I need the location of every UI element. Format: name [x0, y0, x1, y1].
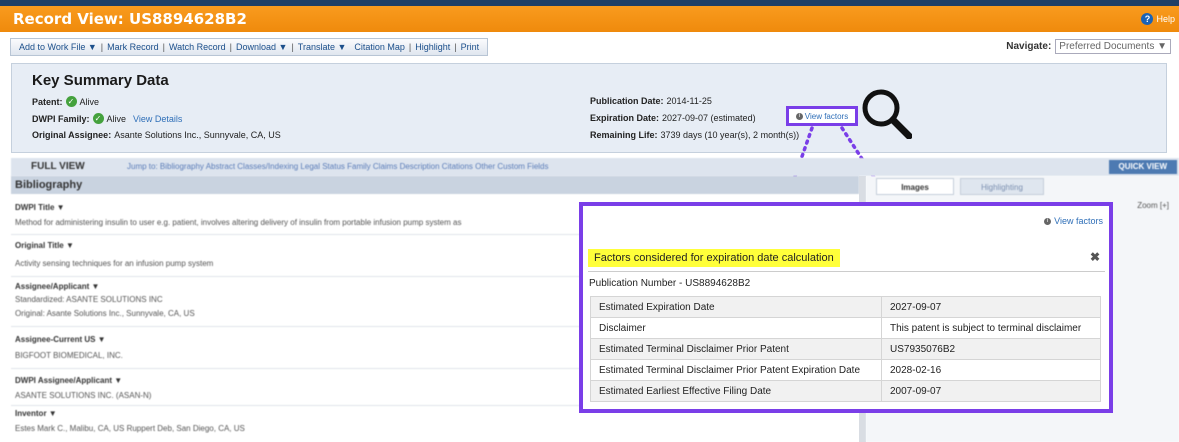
toolbar-separator: | [229, 42, 232, 52]
factor-value: US7935076B2 [881, 338, 1101, 360]
watch-record-button[interactable]: Watch Record [169, 42, 226, 52]
key-summary-panel: Key Summary Data Patent: ✓ Alive DWPI Fa… [11, 63, 1167, 153]
dwpi-title-value: Method for administering insulin to user… [15, 218, 462, 227]
tab-images[interactable]: Images [876, 178, 954, 195]
title-bar: Record View: US8894628B2 ? Help [0, 6, 1179, 32]
publication-number: Publication Number - US8894628B2 [589, 278, 751, 289]
info-icon: i [1044, 217, 1052, 225]
navigate-control: Navigate: Preferred Documents ▼ [1006, 39, 1171, 54]
assignee-applicant-label[interactable]: Assignee/Applicant ▼ [15, 282, 99, 291]
bibliography-heading: Bibliography [15, 179, 83, 191]
factor-value: 2007-09-07 [881, 380, 1101, 402]
dwpi-assignee-value: ASANTE SOLUTIONS INC. (ASAN-N) [15, 391, 152, 400]
dwpi-family-status: Alive [106, 113, 127, 124]
dwpi-assignee-label[interactable]: DWPI Assignee/Applicant ▼ [15, 376, 122, 385]
dwpi-family-label: DWPI Family: [32, 113, 90, 124]
alive-check-icon: ✓ [92, 113, 104, 124]
table-row: Estimated Terminal Disclaimer Prior Pate… [590, 359, 1101, 381]
inventor-label[interactable]: Inventor ▼ [15, 409, 57, 418]
publication-date-label: Publication Date: [590, 96, 664, 106]
table-row: Estimated Earliest Effective Filing Date… [590, 380, 1101, 402]
factor-name: Estimated Earliest Effective Filing Date [590, 380, 882, 402]
tab-highlighting[interactable]: Highlighting [960, 178, 1044, 195]
factor-value: 2027-09-07 [881, 296, 1101, 318]
mark-record-button[interactable]: Mark Record [107, 42, 159, 52]
window-title: Record View: US8894628B2 [13, 10, 247, 28]
help-link[interactable]: ? Help [1141, 13, 1175, 25]
record-toolbar: Add to Work File ▼ | Mark Record | Watch… [10, 38, 489, 56]
navigate-label: Navigate: [1006, 41, 1052, 52]
publication-date-row: Publication Date: 2014-11-25 [590, 96, 712, 106]
table-row: Estimated Terminal Disclaimer Prior Pate… [590, 338, 1101, 360]
factor-name: Estimated Expiration Date [590, 296, 882, 318]
expiration-date-row: Expiration Date: 2027-09-07 (estimated) [590, 113, 756, 123]
patent-status-row: Patent: ✓ Alive [32, 96, 99, 107]
translate-button[interactable]: Translate ▼ [298, 42, 347, 52]
popup-title: Factors considered for expiration date c… [588, 249, 840, 267]
factors-table: Estimated Expiration Date 2027-09-07 Dis… [590, 296, 1101, 402]
popup-view-factors-link[interactable]: i View factors [1044, 216, 1103, 226]
view-factors-button[interactable]: i View factors [786, 106, 858, 126]
dwpi-family-row: DWPI Family: ✓ Alive View Details [32, 113, 182, 124]
remaining-life-row: Remaining Life: 3739 days (10 year(s), 2… [590, 130, 799, 140]
info-icon: i [795, 112, 803, 120]
assignee-standardized-value: Standardized: ASANTE SOLUTIONS INC [15, 295, 163, 304]
toolbar-separator: | [408, 42, 412, 52]
download-button[interactable]: Download ▼ [236, 42, 287, 52]
quick-view-button[interactable]: QUICK VIEW [1108, 160, 1177, 174]
assignee-current-value: BIGFOOT BIOMEDICAL, INC. [15, 351, 123, 360]
factor-value: This patent is subject to terminal discl… [881, 317, 1101, 339]
full-view-title: FULL VIEW [31, 161, 85, 172]
summary-heading: Key Summary Data [32, 72, 169, 89]
assignee-row: Original Assignee: Asante Solutions Inc.… [32, 130, 281, 140]
original-assignee-value: Asante Solutions Inc., Sunnyvale, CA, US [114, 130, 281, 140]
factor-name: Estimated Terminal Disclaimer Prior Pate… [590, 359, 882, 381]
expiration-factors-popup: i View factors Factors considered for ex… [579, 202, 1113, 413]
remaining-life-value: 3739 days (10 year(s), 2 month(s)) [660, 130, 800, 140]
table-row: Disclaimer This patent is subject to ter… [590, 317, 1101, 339]
view-details-link[interactable]: View Details [133, 114, 182, 124]
factor-name: Estimated Terminal Disclaimer Prior Pate… [590, 338, 882, 360]
navigate-select[interactable]: Preferred Documents ▼ [1055, 39, 1171, 54]
popup-divider [588, 271, 1105, 272]
dwpi-title-label[interactable]: DWPI Title ▼ [15, 203, 65, 212]
original-title-value: Activity sensing techniques for an infus… [15, 259, 214, 268]
add-to-work-file-button[interactable]: Add to Work File ▼ [19, 42, 97, 52]
expiration-date-label: Expiration Date: [590, 113, 660, 123]
popup-view-factors-label[interactable]: View factors [1054, 216, 1103, 226]
original-assignee-label: Original Assignee: [32, 130, 112, 140]
assignee-current-label[interactable]: Assignee-Current US ▼ [15, 335, 106, 344]
original-title-label[interactable]: Original Title ▼ [15, 241, 74, 250]
expiration-date-value: 2027-09-07 (estimated) [662, 113, 756, 123]
patent-status: Alive [79, 96, 100, 107]
inventor-value: Estes Mark C., Malibu, CA, US Ruppert De… [15, 424, 245, 433]
help-icon[interactable]: ? [1141, 13, 1154, 25]
factor-name: Disclaimer [590, 317, 882, 339]
highlight-button[interactable]: Highlight [415, 42, 450, 52]
factor-value: 2028-02-16 [881, 359, 1101, 381]
full-view-bar: FULL VIEW Jump to: Bibliography Abstract… [11, 158, 1179, 176]
remaining-life-label: Remaining Life: [590, 130, 658, 140]
help-label[interactable]: Help [1156, 14, 1175, 24]
print-button[interactable]: Print [461, 42, 480, 52]
magnifier-icon [862, 89, 912, 139]
toolbar-separator: | [162, 42, 165, 52]
bibliography-header: Bibliography [11, 176, 859, 194]
toolbar-separator: | [454, 42, 457, 52]
jump-to-links[interactable]: Jump to: Bibliography Abstract Classes/I… [127, 162, 549, 171]
view-factors-label[interactable]: View factors [805, 112, 848, 121]
toolbar-separator: | [100, 42, 104, 52]
close-icon[interactable]: ✖ [1090, 250, 1100, 264]
patent-label: Patent: [32, 96, 63, 107]
alive-check-icon: ✓ [65, 96, 77, 107]
citation-map-button[interactable]: Citation Map [354, 42, 405, 52]
publication-date-value: 2014-11-25 [666, 96, 712, 106]
assignee-original-value: Original: Asante Solutions Inc., Sunnyva… [15, 309, 195, 318]
table-row: Estimated Expiration Date 2027-09-07 [590, 296, 1101, 318]
toolbar-separator: | [291, 42, 294, 52]
zoom-control[interactable]: Zoom [+] [1137, 201, 1169, 210]
